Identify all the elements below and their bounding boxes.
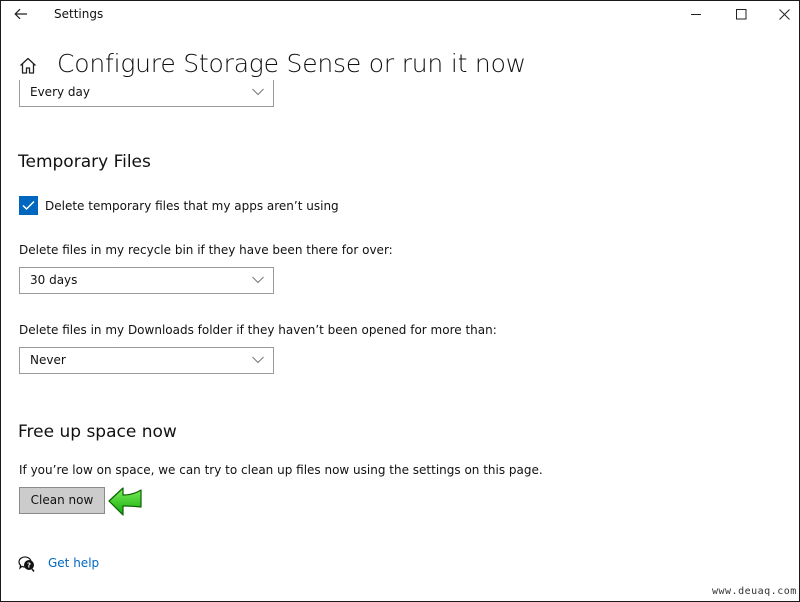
recycle-bin-label: Delete files in my recycle bin if they h… xyxy=(19,243,393,257)
maximize-button[interactable] xyxy=(721,3,761,25)
app-title: Settings xyxy=(54,7,104,21)
home-button[interactable] xyxy=(18,56,38,76)
close-icon xyxy=(778,8,790,20)
dropdown-value: Every day xyxy=(30,85,90,99)
free-up-space-heading: Free up space now xyxy=(18,422,177,442)
chevron-down-icon xyxy=(252,88,264,96)
recycle-bin-dropdown[interactable]: 30 days xyxy=(19,267,274,294)
delete-temp-files-checkbox[interactable] xyxy=(19,196,38,215)
minimize-button[interactable] xyxy=(676,3,716,25)
close-button[interactable] xyxy=(764,3,800,25)
clean-now-button[interactable]: Clean now xyxy=(19,487,105,514)
svg-text:?: ? xyxy=(27,562,31,570)
free-up-description: If you’re low on space, we can try to cl… xyxy=(19,463,543,477)
chevron-down-icon xyxy=(252,356,264,364)
page-title: Configure Storage Sense or run it now xyxy=(57,49,526,78)
downloads-label: Delete files in my Downloads folder if t… xyxy=(19,323,497,337)
checkmark-icon xyxy=(22,200,35,211)
dropdown-value: Never xyxy=(30,353,66,367)
dropdown-value: 30 days xyxy=(30,273,78,287)
title-bar: Settings xyxy=(0,0,800,30)
run-storage-sense-dropdown[interactable]: Every day xyxy=(19,80,274,107)
temporary-files-heading: Temporary Files xyxy=(18,152,151,172)
help-button[interactable]: ? xyxy=(18,555,36,573)
chevron-down-icon xyxy=(252,276,264,284)
green-arrow-icon xyxy=(108,487,142,516)
help-chat-icon: ? xyxy=(18,556,35,572)
get-help-link[interactable]: Get help xyxy=(48,556,99,570)
maximize-icon xyxy=(735,8,746,19)
downloads-dropdown[interactable]: Never xyxy=(19,347,274,374)
arrow-left-icon xyxy=(14,8,27,20)
delete-temp-files-label: Delete temporary files that my apps aren… xyxy=(45,199,339,213)
home-icon xyxy=(20,57,36,74)
back-button[interactable] xyxy=(11,4,31,24)
minimize-icon xyxy=(690,13,701,15)
watermark: www.deuaq.com xyxy=(712,586,797,597)
